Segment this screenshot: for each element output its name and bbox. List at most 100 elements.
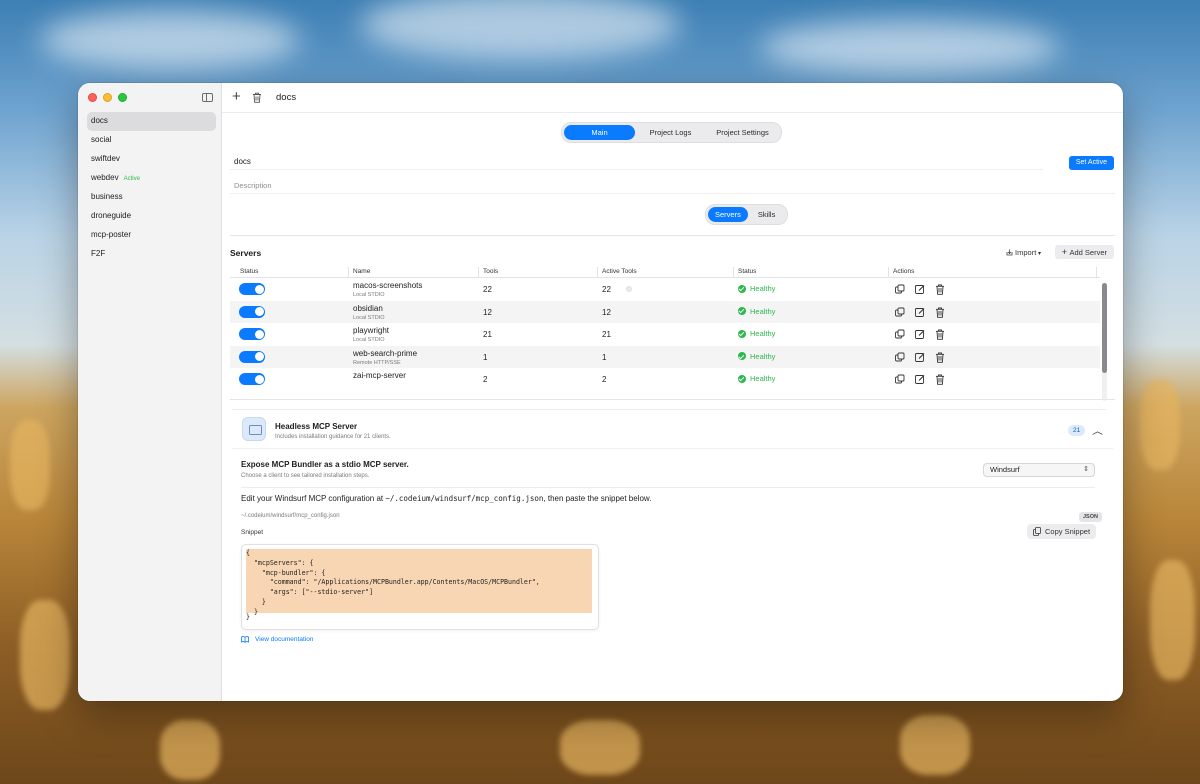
sidebar-item-f2f[interactable]: F2F [87,245,216,264]
edit-icon[interactable] [914,374,926,385]
duplicate-icon[interactable] [894,284,906,295]
duplicate-icon[interactable] [894,307,906,318]
column-separator [733,267,734,277]
sidebar-item-swiftdev[interactable]: swiftdev [87,150,216,169]
headless-subtitle: Includes installation guidance for 21 cl… [275,434,391,440]
sidebar-toggle-icon[interactable] [202,93,213,102]
sidebar-item-label: business [91,191,123,201]
import-label: Import [1015,248,1037,257]
sidebar-item-docs[interactable]: docs [87,112,216,131]
set-active-button[interactable]: Set Active [1068,156,1114,170]
window-controls [88,93,127,102]
import-button[interactable]: Import ▾ [1006,248,1041,257]
trash-icon[interactable] [934,284,946,295]
table-row[interactable]: zai-mcp-server 2 2 Healthy [230,368,1100,391]
edit-icon[interactable] [914,307,926,318]
minimize-window-button[interactable] [103,93,112,102]
sidebar-item-business[interactable]: business [87,188,216,207]
client-count-badge: 21 [1068,425,1086,436]
tab-servers[interactable]: Servers [708,207,748,222]
tab-main[interactable]: Main [564,125,635,140]
expose-subtitle: Choose a client to see tailored installa… [241,473,370,479]
tab-skills[interactable]: Skills [748,207,786,222]
snippet-label: Snippet [241,529,264,536]
server-enabled-toggle[interactable] [239,328,265,341]
table-header: Status Name Tools Active Tools Status Ac… [230,266,1100,278]
active-tools-count: 12 [602,307,611,317]
column-header-name[interactable]: Name [353,268,370,275]
sidebar-item-mcp-poster[interactable]: mcp-poster [87,226,216,245]
duplicate-icon[interactable] [894,329,906,340]
table-row[interactable]: macos-screenshots Local STDIO 22 22 Heal… [230,278,1100,301]
duplicate-icon[interactable] [894,374,906,385]
table-row[interactable]: obsidian Local STDIO 12 12 Healthy [230,300,1100,324]
trash-icon[interactable] [934,329,946,340]
copy-snippet-button[interactable]: Copy Snippet [1027,524,1097,539]
scrollbar-thumb[interactable] [1102,283,1107,373]
config-path: ~/.codeium/windsurf/mcp_config.json [241,513,340,519]
column-header-health[interactable]: Status [738,268,756,275]
sidebar-item-label: F2F [91,248,106,258]
server-enabled-toggle[interactable] [239,373,265,386]
column-header-tools[interactable]: Tools [483,268,498,275]
sidebar: docs social swiftdev webdev Active busine… [78,83,222,701]
health-label: Healthy [750,374,776,384]
check-circle-icon [738,284,746,293]
sidebar-item-label: social [91,134,112,144]
trash-icon[interactable] [934,307,946,318]
server-name: playwright [353,326,390,336]
view-documentation-label: View documentation [255,636,314,643]
import-icon [1006,249,1013,256]
sidebar-item-webdev[interactable]: webdev Active [87,169,216,188]
tools-count: 21 [483,330,492,340]
column-header-actions[interactable]: Actions [893,268,914,275]
tab-project-settings[interactable]: Project Settings [706,125,779,140]
client-select[interactable]: Windsurf ⇕ [983,463,1095,477]
trash-icon[interactable] [934,352,946,363]
edit-icon[interactable] [914,329,926,340]
expose-title: Expose MCP Bundler as a stdio MCP server… [241,460,409,469]
zoom-window-button[interactable] [118,93,127,102]
close-window-button[interactable] [88,93,97,102]
sidebar-item-label: mcp-poster [91,229,132,239]
health-status: Healthy [738,307,775,316]
view-documentation-link[interactable]: View documentation [241,636,313,643]
edit-instructions-prefix: Edit your Windsurf MCP configuration at [241,494,386,503]
trash-icon[interactable] [934,374,946,386]
servers-section-title: Servers [230,248,262,258]
row-actions [894,307,946,318]
project-list: docs social swiftdev webdev Active busine… [87,112,216,264]
column-header-status[interactable]: Status [240,268,258,275]
column-header-active-tools[interactable]: Active Tools [602,268,637,275]
snippet-code-box[interactable]: { "mcpServers": { "mcp-bundler": { "comm… [241,544,599,630]
duplicate-icon[interactable] [894,352,906,363]
table-scrollbar[interactable] [1102,283,1107,401]
active-tools-count: 21 [602,330,611,340]
tab-project-logs[interactable]: Project Logs [635,125,706,140]
sidebar-item-droneguide[interactable]: droneguide [87,207,216,226]
toolbar: + docs [222,83,1123,113]
delete-project-icon[interactable] [252,92,262,103]
chevron-up-icon[interactable]: ︿ [1092,424,1103,437]
description-field[interactable]: Description [230,179,1115,194]
column-separator [478,267,479,277]
add-server-label: Add Server [1069,248,1107,257]
server-enabled-toggle[interactable] [239,305,265,318]
sidebar-item-label: droneguide [91,210,132,220]
edit-instructions: Edit your Windsurf MCP configuration at … [241,494,651,503]
add-project-icon[interactable]: + [232,89,241,105]
sidebar-item-social[interactable]: social [87,131,216,150]
row-actions [894,352,946,363]
project-name-field[interactable]: docs [230,155,1043,170]
edit-icon[interactable] [914,352,926,363]
table-row[interactable]: playwright Local STDIO 21 21 Healthy [230,323,1100,346]
table-row[interactable]: web-search-prime Remote HTTP/SSE 1 1 Hea… [230,345,1100,369]
servers-skills-toggle: Servers Skills [705,204,789,225]
health-label: Healthy [750,284,776,293]
edit-icon[interactable] [914,284,926,295]
add-server-button[interactable]: + Add Server [1054,245,1114,259]
headless-title: Headless MCP Server [275,422,358,431]
snippet-code: { "mcpServers": { "mcp-bundler": { "comm… [246,549,592,616]
server-enabled-toggle[interactable] [239,350,265,363]
server-enabled-toggle[interactable] [239,283,265,295]
